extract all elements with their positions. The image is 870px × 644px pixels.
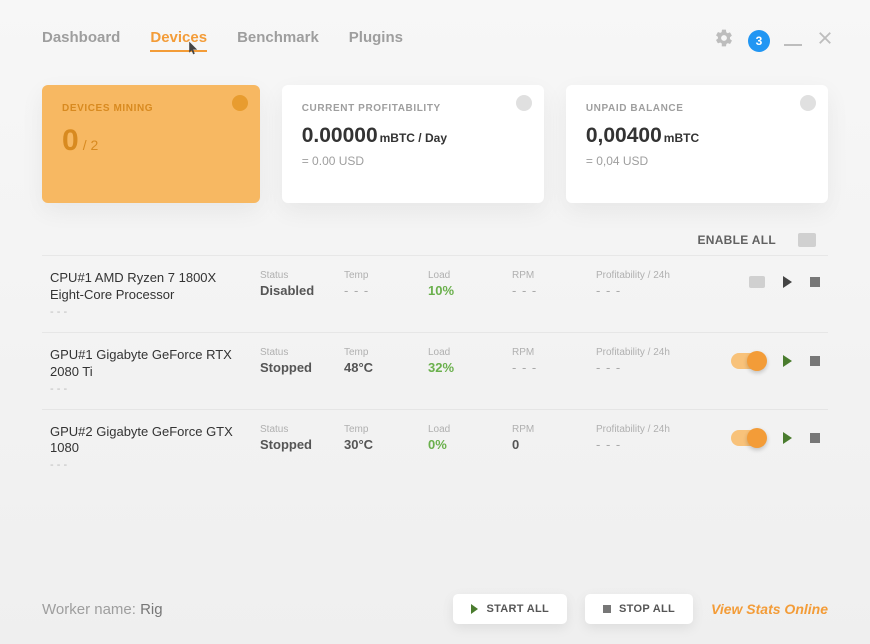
stat-value-status: Disabled [260,283,334,298]
stat-value-profit: - - - [596,283,706,298]
stat-label-rpm: RPM [512,347,586,358]
worker-name-label: Worker name: [42,601,140,618]
stat-value-rpm: 0 [512,437,586,452]
mining-count: 0 / 2 [62,124,240,158]
device-chip-icon[interactable] [749,276,765,288]
device-sub: - - - [50,383,244,395]
stat-value-rpm: - - - [512,360,586,375]
stat-value-rpm: - - - [512,283,586,298]
stat-label-load: Load [428,270,502,281]
mining-count-value: 0 [62,124,79,158]
stat-label-profit: Profitability / 24h [596,270,706,281]
stat-label-rpm: RPM [512,270,586,281]
stat-label-temp: Temp [344,270,418,281]
close-button[interactable] [816,29,834,52]
card-unit: mBTC [664,131,699,145]
card-devices-mining: DEVICES MINING 0 / 2 [42,85,260,203]
stat-value-temp: - - - [344,283,418,298]
device-sub: - - - [50,459,244,471]
info-icon[interactable] [232,95,248,111]
stop-all-button[interactable]: STOP ALL [585,594,693,624]
app-header: Dashboard Devices Benchmark Plugins 3 [0,0,870,67]
card-title: DEVICES MINING [62,103,240,114]
start-all-button[interactable]: START ALL [453,594,567,624]
card-unpaid-balance: UNPAID BALANCE 0,00400mBTC = 0,04 USD [566,85,828,203]
notification-badge[interactable]: 3 [748,30,770,52]
nav-devices[interactable]: Devices [150,29,207,52]
stat-label-status: Status [260,270,334,281]
card-value-number: 0,00400 [586,124,662,147]
card-subvalue: = 0,04 USD [586,154,808,168]
summary-cards: DEVICES MINING 0 / 2 CURRENT PROFITABILI… [0,67,870,213]
stat-value-status: Stopped [260,360,334,375]
device-stop-button[interactable] [810,356,820,366]
card-value-number: 0.00000 [302,124,378,147]
stat-label-profit: Profitability / 24h [596,424,706,435]
device-sub: - - - [50,306,244,318]
card-unit: mBTC / Day [380,131,447,145]
stat-value-load: 0% [428,437,502,452]
nav-plugins[interactable]: Plugins [349,29,403,52]
card-title: UNPAID BALANCE [586,103,808,114]
device-row: GPU#1 Gigabyte GeForce RTX 2080 Ti - - -… [42,332,828,409]
stat-value-load: 32% [428,360,502,375]
button-label: STOP ALL [619,603,675,615]
enable-all-row: ENABLE ALL [0,213,870,255]
stat-value-status: Stopped [260,437,334,452]
device-start-button[interactable] [783,432,792,444]
worker-name-value: Rig [140,601,163,618]
play-icon [471,604,478,614]
stat-label-temp: Temp [344,424,418,435]
card-profitability: CURRENT PROFITABILITY 0.00000mBTC / Day … [282,85,544,203]
card-title: CURRENT PROFITABILITY [302,103,524,114]
device-name: CPU#1 AMD Ryzen 7 1800X Eight-Core Proce… [50,270,244,304]
header-controls: 3 [714,28,834,53]
stat-value-temp: 30°C [344,437,418,452]
gear-icon[interactable] [714,28,734,53]
info-icon[interactable] [800,95,816,111]
enable-all-label: ENABLE ALL [697,233,776,247]
device-stop-button[interactable] [810,277,820,287]
device-enable-toggle[interactable] [731,430,765,446]
nav-benchmark[interactable]: Benchmark [237,29,319,52]
stat-label-status: Status [260,347,334,358]
device-name: GPU#1 Gigabyte GeForce RTX 2080 Ti [50,347,244,381]
stat-label-temp: Temp [344,347,418,358]
stat-value-profit: - - - [596,437,706,452]
stat-label-profit: Profitability / 24h [596,347,706,358]
stat-value-temp: 48°C [344,360,418,375]
main-nav: Dashboard Devices Benchmark Plugins [42,29,403,52]
device-list: CPU#1 AMD Ryzen 7 1800X Eight-Core Proce… [0,255,870,485]
mining-count-total: / 2 [83,137,99,153]
minimize-button[interactable] [784,36,802,46]
card-subvalue: = 0.00 USD [302,154,524,168]
stop-icon [603,605,611,613]
footer-buttons: START ALL STOP ALL View Stats Online [453,594,828,624]
device-start-button[interactable] [783,355,792,367]
stat-label-load: Load [428,424,502,435]
worker-name: Worker name: Rig [42,601,163,618]
enable-all-toggle[interactable] [798,233,816,247]
info-icon[interactable] [516,95,532,111]
stat-label-rpm: RPM [512,424,586,435]
button-label: START ALL [486,603,549,615]
footer-bar: Worker name: Rig START ALL STOP ALL View… [0,580,870,644]
stat-label-load: Load [428,347,502,358]
stat-value-load: 10% [428,283,502,298]
card-value: 0.00000mBTC / Day [302,124,524,148]
device-actions [731,424,820,446]
device-row: GPU#2 Gigabyte GeForce GTX 1080 - - - St… [42,409,828,486]
stat-value-profit: - - - [596,360,706,375]
view-stats-link[interactable]: View Stats Online [711,601,828,617]
device-stop-button[interactable] [810,433,820,443]
device-actions [731,347,820,369]
nav-dashboard[interactable]: Dashboard [42,29,120,52]
device-row: CPU#1 AMD Ryzen 7 1800X Eight-Core Proce… [42,255,828,332]
card-value: 0,00400mBTC [586,124,808,148]
device-start-button[interactable] [783,276,792,288]
device-enable-toggle[interactable] [731,353,765,369]
stat-label-status: Status [260,424,334,435]
device-actions [749,270,820,288]
device-name: GPU#2 Gigabyte GeForce GTX 1080 [50,424,244,458]
